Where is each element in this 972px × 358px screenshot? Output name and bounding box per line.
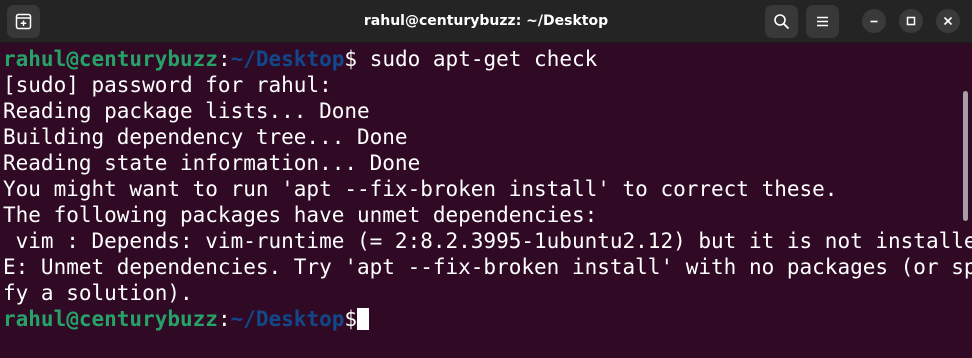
terminal-window: rahul@centurybuzz: ~/Desktop rahul@centu…: [0, 0, 972, 358]
text-cursor: [357, 308, 370, 330]
scrollbar[interactable]: [963, 91, 968, 221]
output-line: vim : Depends: vim-runtime (= 2:8.2.3995…: [3, 229, 972, 253]
hamburger-menu-icon: [817, 16, 828, 27]
minimize-icon: [870, 20, 878, 23]
titlebar: rahul@centurybuzz: ~/Desktop: [0, 0, 972, 43]
output-line: Reading package lists... Done: [3, 99, 370, 123]
output-line: [sudo] password for rahul:: [3, 73, 332, 97]
close-button[interactable]: [936, 9, 960, 33]
prompt-line: rahul@centurybuzz:~/Desktop$: [0, 306, 972, 332]
output-line: You might want to run 'apt --fix-broken …: [3, 177, 838, 201]
output-line: fy a solution).: [3, 281, 193, 305]
output-line: Building dependency tree... Done: [3, 125, 408, 149]
prompt-colon: :: [217, 47, 231, 71]
prompt-colon: :: [217, 307, 231, 331]
prompt-symbol: $: [344, 47, 358, 71]
prompt-user: rahul@centurybuzz: [3, 307, 218, 331]
window-title: rahul@centurybuzz: ~/Desktop: [363, 13, 609, 29]
new-tab-icon: [15, 13, 32, 30]
search-icon: [774, 14, 789, 29]
prompt-path: ~/Desktop: [230, 307, 345, 331]
new-tab-button[interactable]: [7, 5, 40, 38]
prompt-path: ~/Desktop: [230, 47, 345, 71]
output-line: Reading state information... Done: [3, 151, 421, 175]
prompt-user: rahul@centurybuzz: [3, 47, 218, 71]
maximize-icon: [906, 16, 916, 26]
output-line: E: Unmet dependencies. Try 'apt --fix-br…: [3, 255, 972, 279]
maximize-button[interactable]: [899, 9, 923, 33]
menu-button[interactable]: [806, 5, 839, 38]
close-icon: [943, 16, 953, 26]
command-text: sudo apt-get check: [357, 47, 598, 71]
prompt-symbol: $: [344, 307, 358, 331]
prompt-line: rahul@centurybuzz:~/Desktop$ sudo apt-ge…: [0, 46, 972, 72]
search-button[interactable]: [765, 5, 798, 38]
output-line: The following packages have unmet depend…: [3, 203, 598, 227]
minimize-button[interactable]: [862, 9, 886, 33]
terminal-output[interactable]: rahul@centurybuzz:~/Desktop$ sudo apt-ge…: [0, 46, 972, 332]
